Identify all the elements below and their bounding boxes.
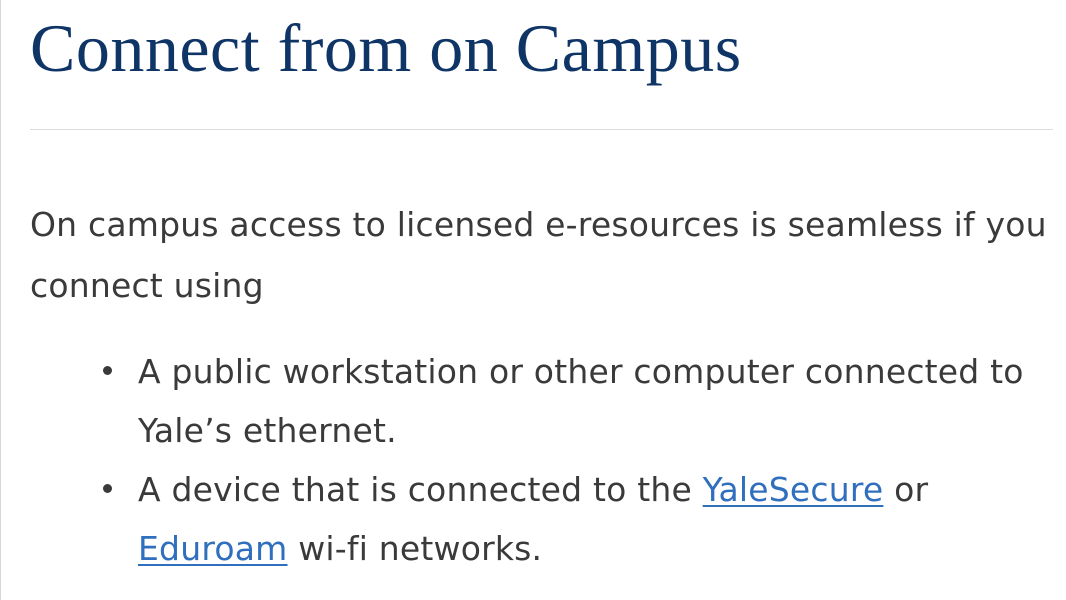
page-title: Connect from on Campus — [30, 10, 742, 86]
bullet-icon — [103, 366, 112, 375]
list-item-workstation: A public workstation or other computer c… — [30, 342, 1053, 460]
list-item-middle: or — [883, 470, 929, 509]
left-border — [0, 0, 1, 600]
access-methods-list: A public workstation or other computer c… — [30, 342, 1053, 578]
list-item-suffix: wi-fi networks. — [287, 529, 543, 568]
bullet-icon — [103, 484, 112, 493]
main-content: Connect from on Campus On campus access … — [30, 0, 1053, 578]
list-item-prefix: A device that is connected to the — [138, 470, 703, 509]
list-item-wifi: A device that is connected to the YaleSe… — [30, 460, 1053, 578]
yalesecure-link[interactable]: YaleSecure — [703, 470, 884, 509]
title-divider — [30, 129, 1053, 130]
intro-paragraph: On campus access to licensed e-resources… — [30, 205, 1047, 305]
list-item-text: A public workstation or other computer c… — [138, 352, 1024, 450]
eduroam-link[interactable]: Eduroam — [138, 529, 288, 568]
